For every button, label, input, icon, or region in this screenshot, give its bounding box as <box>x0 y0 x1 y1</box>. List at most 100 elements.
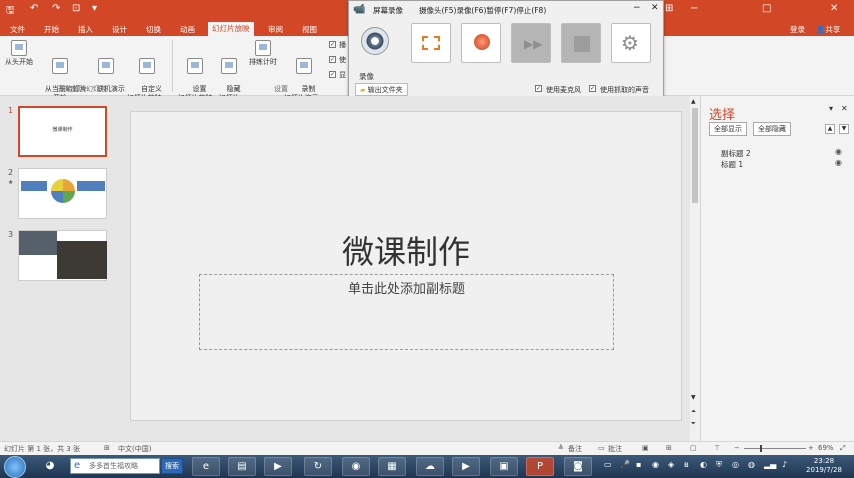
language-indicator[interactable]: 中文(中国) <box>118 444 151 454</box>
scroll-thumb[interactable] <box>692 108 698 203</box>
notes-button[interactable]: 备注 <box>568 444 582 454</box>
use-sound-checkbox[interactable]: ✓ <box>589 85 596 92</box>
stop-button[interactable] <box>561 23 601 63</box>
start-button[interactable] <box>4 456 26 478</box>
select-region-button[interactable] <box>411 23 451 63</box>
login-link[interactable]: 登录 <box>786 23 809 36</box>
tab-design[interactable]: 设计 <box>108 23 131 36</box>
powerpoint-app-icon[interactable]: P <box>526 457 554 476</box>
volume-icon[interactable]: ♪ <box>782 460 787 469</box>
browser-app-icon[interactable]: ◕ <box>36 457 64 476</box>
undo-icon[interactable]: ↶ <box>30 3 38 14</box>
visibility-eye-icon[interactable]: ◉ <box>835 158 842 167</box>
tray-icon[interactable]: ◐ <box>700 460 707 469</box>
slideshow-quick-icon[interactable]: ⊡ <box>72 3 80 14</box>
scroll-up-icon[interactable]: ▲ <box>691 98 696 105</box>
tray-icon[interactable]: ◎ <box>732 460 739 469</box>
slide-canvas[interactable]: 微课制作 单击此处添加副标题 <box>130 111 682 421</box>
pause-button[interactable]: ▶▶ <box>511 23 551 63</box>
taskbar-search-input[interactable]: e 多多首生福攻略 <box>70 458 160 474</box>
pane-close-icon[interactable]: ✕ <box>841 104 848 113</box>
notes-icon[interactable]: ≜ <box>558 444 564 452</box>
use-mic-checkbox[interactable]: ✓ <box>535 85 542 92</box>
spell-check-icon[interactable]: ⊞ <box>104 444 110 452</box>
customize-icon[interactable]: ▾ <box>92 3 97 14</box>
video-app-icon[interactable]: ▶ <box>452 457 480 476</box>
scroll-down-icon[interactable]: ▼ <box>691 394 696 401</box>
taskbar-clock[interactable]: 23:28 2019/7/28 <box>796 457 852 475</box>
subtitle-placeholder[interactable]: 单击此处添加副标题 <box>199 274 614 350</box>
prev-slide-icon[interactable]: ⏶ <box>691 408 696 416</box>
maximize-icon[interactable]: □ <box>762 3 771 14</box>
bring-forward-icon[interactable]: ▲ <box>825 124 835 134</box>
zoom-in-icon[interactable]: + <box>808 444 814 452</box>
tab-insert[interactable]: 插入 <box>74 23 97 36</box>
keyboard-icon[interactable]: ▭ <box>604 460 612 469</box>
visibility-eye-icon[interactable]: ◉ <box>835 147 842 156</box>
zoom-level[interactable]: 69% <box>818 444 834 452</box>
slideshow-view-icon[interactable]: ⊤ <box>714 444 720 452</box>
ie-app-icon[interactable]: e <box>192 457 220 476</box>
next-slide-icon[interactable]: ⏷ <box>691 420 696 428</box>
mic-icon[interactable]: 🎤 <box>620 460 630 469</box>
recorder-minimize-icon[interactable]: − <box>633 3 641 13</box>
record-button[interactable] <box>461 23 501 63</box>
settings-button[interactable]: ⚙ <box>611 23 651 63</box>
comments-button[interactable]: 批注 <box>608 444 622 454</box>
network-icon[interactable]: ▂▄ <box>764 460 776 469</box>
share-button[interactable]: 👤共享 <box>812 23 844 36</box>
reading-view-icon[interactable]: ▢ <box>690 444 697 452</box>
recorder-app-icon[interactable]: ◉ <box>342 457 370 476</box>
tray-icon[interactable]: ◍ <box>748 460 755 469</box>
normal-view-icon[interactable]: ▣ <box>642 444 649 452</box>
tab-view[interactable]: 视图 <box>298 23 321 36</box>
refresh-app-icon[interactable]: ↻ <box>304 457 332 476</box>
explorer-app-icon[interactable]: ▤ <box>228 457 256 476</box>
slide-thumbnail-3[interactable] <box>18 230 107 281</box>
from-beginning-button[interactable]: 从头开始 <box>2 40 36 67</box>
zoom-slider-thumb[interactable] <box>760 445 762 452</box>
minimize-icon[interactable]: − <box>690 3 698 14</box>
use-timings-checkbox[interactable]: ✓ <box>329 56 336 63</box>
pane-item-subtitle[interactable]: 副标题 2 <box>721 148 751 159</box>
tab-transitions[interactable]: 切换 <box>142 23 165 36</box>
camera-app-icon[interactable]: ◙ <box>564 457 592 476</box>
tab-slideshow[interactable]: 幻灯片放映 <box>208 22 254 36</box>
tab-file[interactable]: 文件 <box>6 23 29 36</box>
tray-icon[interactable]: ▪ <box>636 460 641 469</box>
save-icon[interactable]: 🖫 <box>6 3 15 20</box>
tray-icon[interactable]: ◈ <box>668 460 674 469</box>
rehearse-timings-button[interactable]: 排练计时 <box>246 40 280 67</box>
slide-thumbnail-2[interactable] <box>18 168 107 219</box>
sorter-view-icon[interactable]: ⊞ <box>666 444 672 452</box>
pane-item-title[interactable]: 标题 1 <box>721 159 743 170</box>
ribbon-options-icon[interactable]: ⊞ <box>665 3 673 14</box>
hide-all-button[interactable]: 全部隐藏 <box>753 122 791 136</box>
output-folder-button[interactable]: ▰ 输出文件夹 <box>355 83 408 96</box>
pane-options-icon[interactable]: ▾ <box>829 104 833 113</box>
tab-home[interactable]: 开始 <box>40 23 63 36</box>
send-backward-icon[interactable]: ▼ <box>839 124 849 134</box>
grid-app-icon[interactable]: ▦ <box>378 457 406 476</box>
webcam-button[interactable] <box>355 23 395 63</box>
recorder-close-icon[interactable]: ✕ <box>651 3 659 13</box>
close-icon[interactable]: ✕ <box>830 3 838 14</box>
slide-thumbnail-1[interactable]: 微课制作 <box>18 106 107 157</box>
tab-animations[interactable]: 动画 <box>176 23 199 36</box>
fit-slide-icon[interactable]: ⤢ <box>840 444 846 453</box>
bluetooth-icon[interactable]: ʙ <box>684 460 689 469</box>
taskbar-search-button[interactable]: 搜索 <box>161 458 183 474</box>
zoom-slider[interactable] <box>744 448 806 449</box>
vertical-scrollbar[interactable]: ▲ ▼ ⏶ ⏷ <box>690 96 700 441</box>
comments-icon[interactable]: ▭ <box>598 444 605 452</box>
slide-title[interactable]: 微课制作 <box>131 227 681 273</box>
cloud-app-icon[interactable]: ☁ <box>416 457 444 476</box>
media-player-icon[interactable]: ▶ <box>264 457 292 476</box>
zoom-out-icon[interactable]: − <box>734 444 740 452</box>
tray-icon[interactable]: ◉ <box>652 460 659 469</box>
play-narrations-checkbox[interactable]: ✓ <box>329 41 336 48</box>
show-controls-checkbox[interactable]: ✓ <box>329 71 336 78</box>
redo-icon[interactable]: ↷ <box>52 3 60 14</box>
show-all-button[interactable]: 全部显示 <box>709 122 747 136</box>
monitor-app-icon[interactable]: ▣ <box>490 457 518 476</box>
